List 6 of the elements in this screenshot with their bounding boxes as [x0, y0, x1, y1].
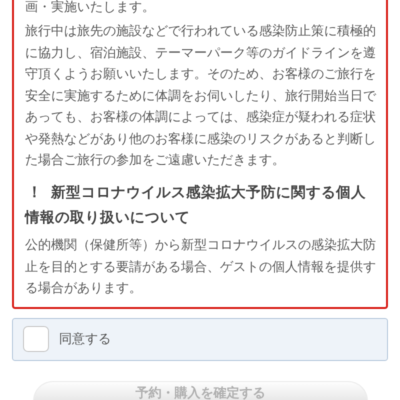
agree-checkbox[interactable] [23, 326, 49, 352]
notice-paragraph: 旅行中は旅先の施設などで行われている感染防止策に積極的に協力し、宿泊施設、テーマーパーク等のガイドラインを遵守頂くようお願いいたします。そのため、お客様のご旅行を安全に実施するために体調をお伺いしたり、旅行開始当日であっても、お客様の体調によっては、感染症が疑われる症状や発熱などがあり他のお客様に感染のリスクがあると判断した場合ご旅行の参加をご遠慮いただきます。 [25, 23, 378, 170]
notice-paragraph: 画・実施いたします。 [25, 0, 156, 17]
section-text: 公的機関（保健所等）から新型コロナウイルスの感染拡大防止を目的とする要請がある場合、ゲストの個人情報を提供する場合があります。 [25, 237, 377, 298]
agree-label: 同意する [59, 331, 111, 348]
section-heading: ！ 新型コロナウイルス感染拡大予防に関する個人情報の取り扱いについて [25, 182, 367, 228]
